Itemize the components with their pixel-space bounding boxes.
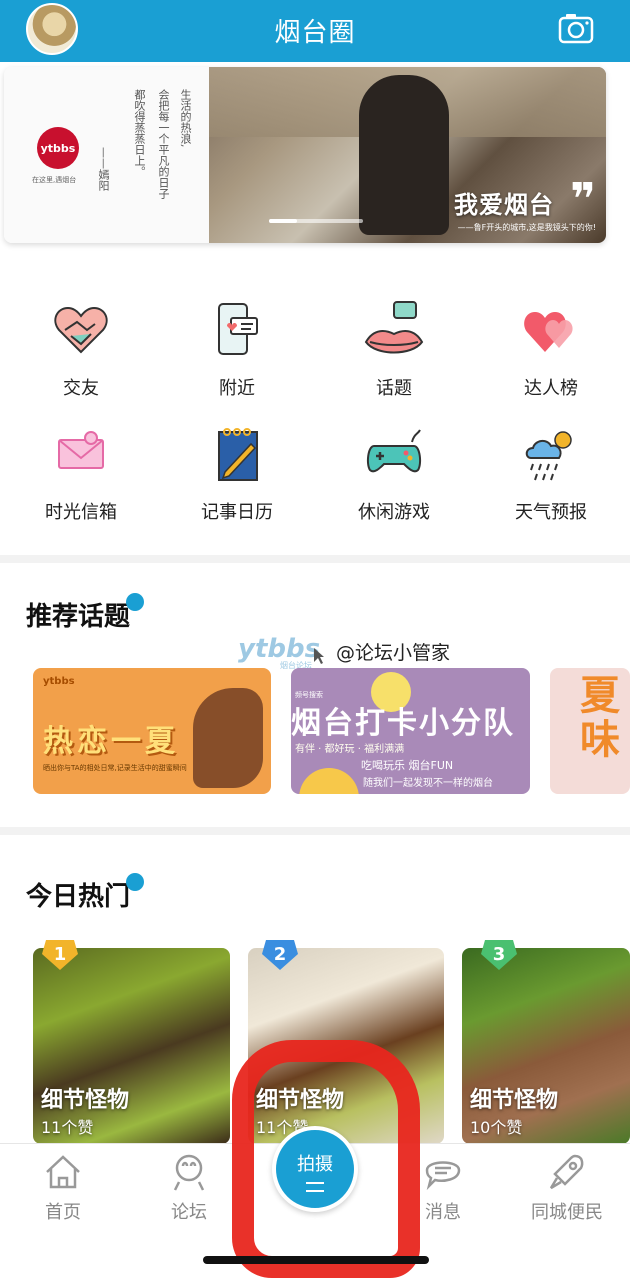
rank-number: 1 [53,944,67,965]
home-icon [46,1155,80,1189]
grid-label: 记事日历 [201,502,273,523]
hot-card-title: 细节怪物 [41,1088,130,1113]
grid-label: 休闲游戏 [358,502,430,523]
quote-icon: ❞ [570,174,596,225]
section-badge [126,593,144,611]
topic-decoration [299,768,359,794]
grid-label: 天气预报 [515,502,587,523]
topic-image [193,688,263,788]
cursor-icon [314,648,324,664]
topic-title: 热恋一夏 [43,724,179,759]
home-indicator[interactable] [203,1256,429,1264]
topic-card[interactable]: ytbbs 热恋一夏 晒出你与TA的相处日常,记录生活中的甜蜜瞬间 [33,668,271,794]
section-divider [0,555,630,563]
mention-text: @论坛小管家 [336,642,451,664]
page-title: 烟台圈 [274,18,356,48]
grid-label: 达人榜 [524,378,578,399]
topic-title: 夏味 [580,673,620,763]
grid-item-nearby[interactable]: 附近 [158,300,316,400]
top-bar: 烟台圈 [0,0,630,62]
notebook-pen-icon [218,428,258,481]
hot-card-likes: 10个赞 [470,1118,523,1137]
section-title-hot: 今日热门 [26,882,131,912]
grid-item-ranking[interactable]: 达人榜 [472,300,630,400]
grid-label: 交友 [63,378,99,399]
ytbbs-logo: ytbbs [37,127,79,169]
grid-label: 话题 [376,378,412,399]
tab-label: 同城便民 [531,1202,603,1223]
hearts-icon [524,312,573,352]
topic-logo: ytbbs [43,676,75,687]
topic-caption: 随我们一起发现不一样的烟台 [363,778,493,789]
grid-item-friends[interactable]: 交友 [2,300,160,400]
message-icon [425,1161,461,1191]
grid-item-weather[interactable]: 天气预报 [472,424,630,524]
poem-line: 会把每一个平凡的日子 [157,89,170,199]
grid-item-games[interactable]: 休闲游戏 [315,424,473,524]
poem-line: 都吹得蒸蒸日上。 [133,89,146,177]
hot-card-title: 细节怪物 [470,1088,559,1113]
lips-chat-icon [364,301,424,354]
banner-carousel[interactable]: ytbbs 在这里,遇烟台 生活的热浪, 会把每一个平凡的日子 都吹得蒸蒸日上。… [4,67,606,243]
hot-card[interactable]: 细节怪物 10个赞 [462,948,630,1144]
section-title-recommend: 推荐话题 [26,602,131,632]
rank-number: 2 [273,944,287,965]
grid-item-topics[interactable]: 话题 [315,300,473,400]
tab-label: 首页 [45,1202,81,1223]
banner-slogan: 在这里,遇烟台 [32,176,77,184]
weather-cloud-icon [525,431,572,481]
rank-number: 3 [492,944,506,965]
tab-forum[interactable]: 论坛 [144,1152,234,1224]
banner-poem-panel: ytbbs 在这里,遇烟台 生活的热浪, 会把每一个平凡的日子 都吹得蒸蒸日上。… [4,67,209,243]
section-badge [126,873,144,891]
gamepad-icon [366,429,422,473]
poem-line: 生活的热浪, [179,89,192,148]
topic-card[interactable]: 夏味 [550,668,630,794]
tab-label: 论坛 [171,1202,207,1223]
topic-card[interactable]: 频号搜索 烟台打卡小分队 有伴 · 都好玩 · 福利满满 吃喝玩乐 烟台FUN … [291,668,530,794]
phone-message-icon [218,303,258,355]
section-divider [0,827,630,835]
tab-city-services[interactable]: 同城便民 [522,1152,612,1224]
topic-caption: 有伴 · 都好玩 · 福利满满 [295,744,405,755]
tab-home[interactable]: 首页 [18,1152,108,1224]
handshake-heart-icon [54,306,108,354]
hot-card[interactable]: 细节怪物 11个赞 [33,948,230,1144]
camera-icon[interactable] [558,12,594,44]
forum-icon [173,1154,205,1191]
rocket-icon [549,1154,584,1190]
grid-item-calendar[interactable]: 记事日历 [158,424,316,524]
red-annotation-circle [232,1040,420,1278]
grid-label: 附近 [219,378,255,399]
carousel-indicator [269,219,363,223]
grid-item-time-mailbox[interactable]: 时光信箱 [2,424,160,524]
banner-subtitle: ——鲁F开头的城市,这是我镜头下的你! [457,223,596,232]
hot-card-likes: 11个赞 [41,1118,94,1137]
envelope-icon [58,431,104,469]
topic-caption: 晒出你与TA的相处日常,记录生活中的甜蜜瞬间 [43,764,187,772]
banner-headline: 我爱烟台 [454,191,554,219]
poem-author: ——嫣阳 [97,147,110,191]
grid-label: 时光信箱 [45,502,117,523]
topic-title: 烟台打卡小分队 [291,706,515,741]
topic-caption: 吃喝玩乐 烟台FUN [361,759,454,772]
